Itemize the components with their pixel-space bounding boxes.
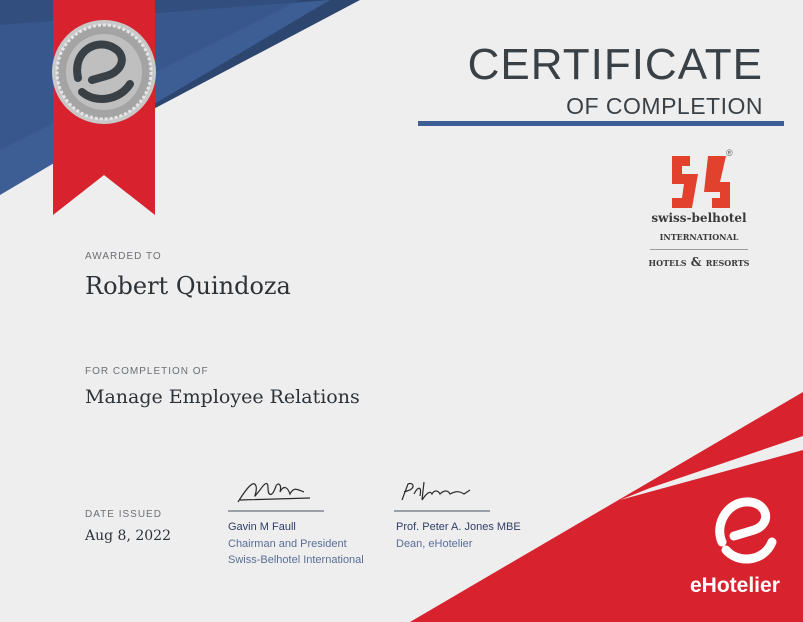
brand-divider <box>650 249 748 250</box>
certificate-subtitle: OF COMPLETION <box>566 93 763 119</box>
ehotelier-wordmark: eHotelier <box>690 574 780 597</box>
brand-line-1: swiss-belhotel <box>651 211 747 225</box>
signatory-2-name: Prof. Peter A. Jones MBE <box>396 521 521 533</box>
certificate-title: CERTIFICATE <box>467 40 763 89</box>
award-ribbon <box>52 0 156 215</box>
signatory-2-title: Dean, eHotelier <box>396 538 473 550</box>
course-name: Manage Employee Relations <box>85 386 360 408</box>
signature-2-line <box>394 510 490 512</box>
certificate: CERTIFICATE OF COMPLETION ® swiss-belhot… <box>0 0 803 622</box>
completion-label: FOR COMPLETION OF <box>85 366 209 377</box>
signatory-1-title: Chairman and President <box>228 538 347 550</box>
brand-line-3: hotels & resorts <box>648 255 750 269</box>
ehotelier-logo-icon <box>715 497 777 564</box>
signature-2 <box>401 481 471 501</box>
recipient-name: Robert Quindoza <box>85 272 291 300</box>
date-issued-label: DATE ISSUED <box>85 509 162 520</box>
signatory-1-name: Gavin M Faull <box>228 521 296 533</box>
signature-1-line <box>228 510 324 512</box>
registered-mark: ® <box>726 148 733 158</box>
brand-line-2: international <box>659 229 739 243</box>
signature-1 <box>237 482 311 503</box>
awarded-to-label: AWARDED TO <box>85 251 162 262</box>
swiss-belhotel-logo-icon <box>672 156 730 208</box>
award-seal-icon <box>52 20 156 124</box>
signatory-1-org: Swiss-Belhotel International <box>228 554 364 566</box>
date-issued: Aug 8, 2022 <box>85 528 171 544</box>
title-underline <box>418 121 784 126</box>
